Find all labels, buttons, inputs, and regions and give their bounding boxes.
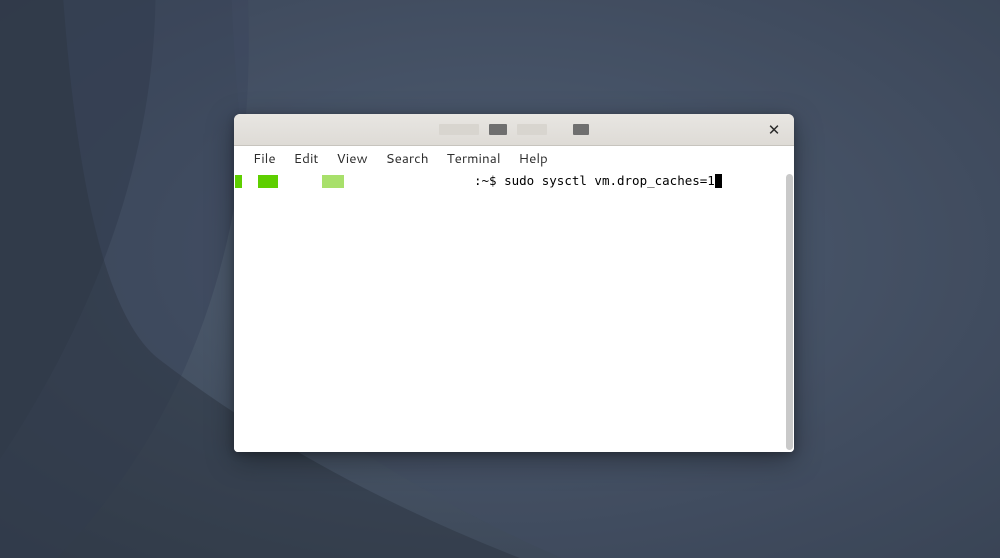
menu-file[interactable]: File — [244, 146, 285, 171]
menu-help[interactable]: Help — [510, 146, 557, 171]
menu-edit[interactable]: Edit — [285, 146, 328, 171]
close-icon: ✕ — [768, 122, 781, 137]
text-cursor — [715, 174, 722, 188]
menubar: File Edit View Search Terminal Help — [234, 146, 794, 172]
window-title — [439, 124, 589, 135]
terminal-line: :~$ sudo sysctl vm.drop_caches=1 — [238, 173, 790, 189]
window-titlebar[interactable]: ✕ — [234, 114, 794, 146]
terminal-window: ✕ File Edit View Search Terminal Help :~… — [234, 114, 794, 452]
prompt-suffix: :~$ — [474, 173, 504, 189]
menu-terminal[interactable]: Terminal — [438, 146, 510, 171]
close-button[interactable]: ✕ — [762, 118, 786, 142]
terminal-scrollbar[interactable] — [786, 174, 793, 450]
command-text: sudo sysctl vm.drop_caches=1 — [504, 173, 715, 189]
prompt-host-block-1 — [258, 175, 278, 188]
prompt-user-block — [235, 175, 242, 188]
prompt-host-block-2 — [322, 175, 344, 188]
terminal-output[interactable]: :~$ sudo sysctl vm.drop_caches=1 — [234, 172, 794, 452]
menu-view[interactable]: View — [328, 146, 377, 171]
menu-search[interactable]: Search — [377, 146, 438, 171]
